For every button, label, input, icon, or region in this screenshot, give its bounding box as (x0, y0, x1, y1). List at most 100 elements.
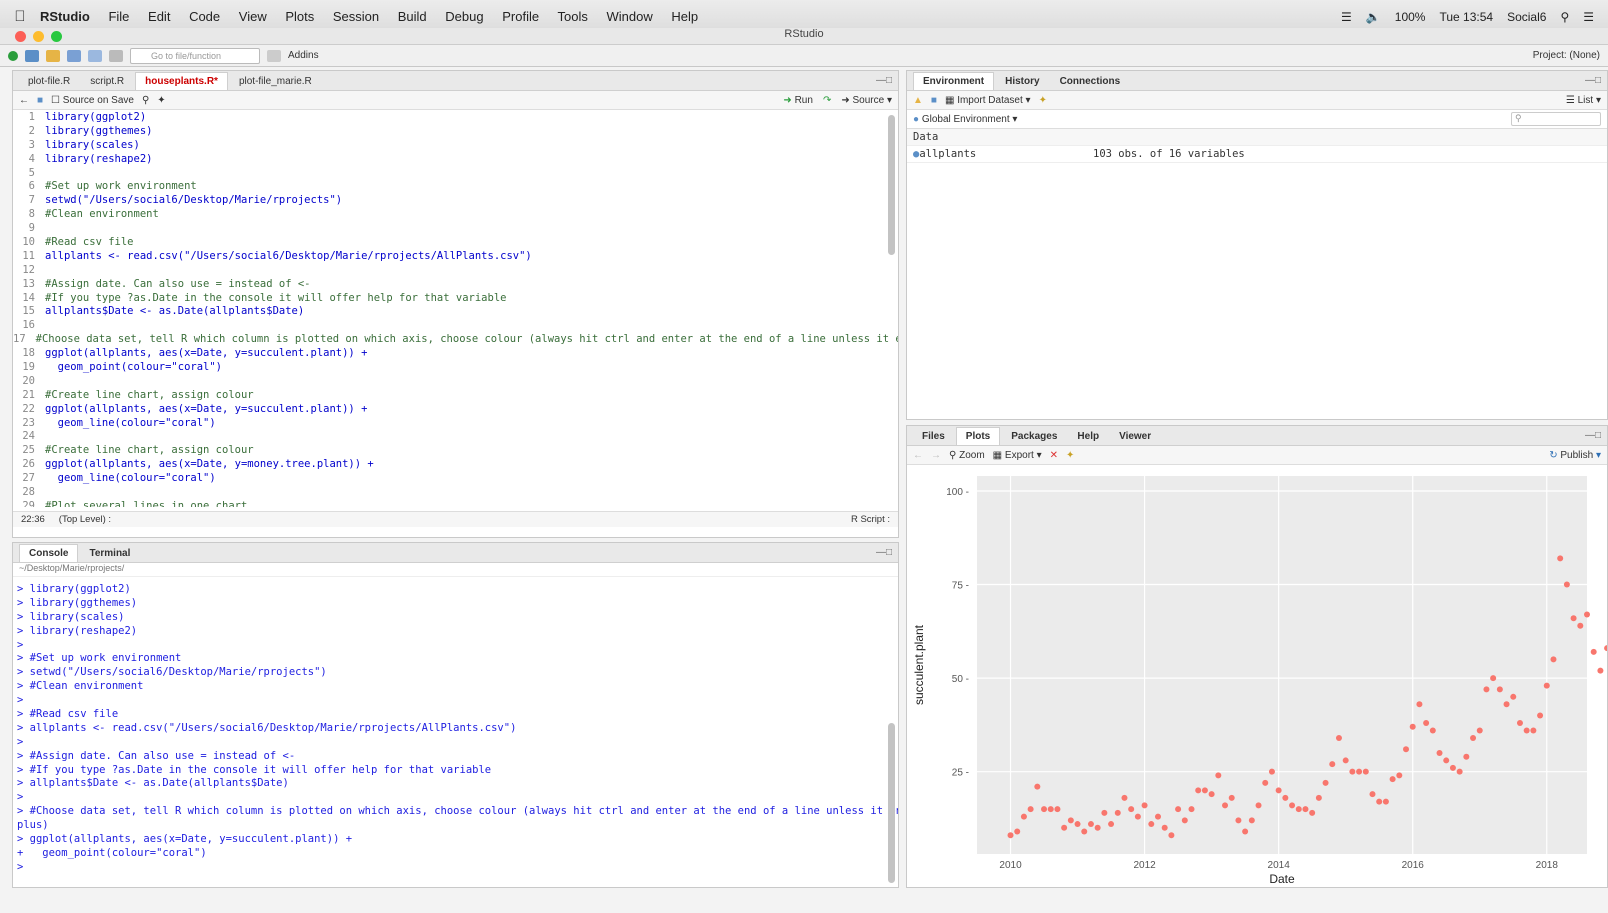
code-line[interactable]: 16 (13, 319, 898, 333)
code-line[interactable]: 29 #Plot several lines in one chart (13, 500, 898, 507)
code-text[interactable]: #Choose data set, tell R which column is… (36, 333, 898, 347)
code-text[interactable]: #Create line chart, assign colour (45, 444, 254, 458)
publish-button[interactable]: ↻ Publish ▾ (1549, 450, 1601, 461)
code-text[interactable]: ggplot(allplants, aes(x=Date, y=succulen… (45, 403, 367, 417)
addins-button[interactable]: Addins (288, 50, 319, 61)
code-text[interactable]: #Assign date. Can also use = instead of … (45, 278, 311, 292)
open-project-icon[interactable] (25, 49, 39, 62)
save-file-icon[interactable]: ■ (37, 95, 43, 106)
wifi-icon[interactable]: ☰ (1341, 10, 1352, 24)
broom-icon[interactable]: ✦ (1039, 95, 1047, 106)
code-text[interactable]: library(ggplot2) (45, 111, 146, 125)
code-line[interactable]: 15 allplants$Date <- as.Date(allplants$Da… (13, 305, 898, 319)
code-text[interactable]: library(ggthemes) (45, 125, 152, 139)
tab-environment[interactable]: Environment (913, 72, 995, 90)
code-line[interactable]: 8 #Clean environment (13, 208, 898, 222)
code-text[interactable]: #Set up work environment (45, 180, 197, 194)
code-line[interactable]: 18 ggplot(allplants, aes(x=Date, y=succul… (13, 347, 898, 361)
tab-console[interactable]: Console (19, 544, 79, 562)
code-line[interactable]: 14 #If you type ?as.Date in the console i… (13, 292, 898, 306)
tab-files[interactable]: Files (913, 428, 954, 445)
menu-profile[interactable]: Profile (502, 9, 539, 24)
code-line[interactable]: 25 #Create line chart, assign colour (13, 444, 898, 458)
global-env-dropdown[interactable]: ● Global Environment ▾ (913, 114, 1017, 125)
save-all-icon[interactable] (88, 49, 102, 62)
volume-icon[interactable]: 🔈 (1366, 10, 1381, 24)
code-line[interactable]: 28 (13, 486, 898, 500)
tab-houseplants[interactable]: houseplants.R* (135, 72, 228, 90)
code-text[interactable]: #Clean environment (45, 208, 159, 222)
save-workspace-icon[interactable]: ■ (931, 95, 937, 106)
code-text[interactable]: library(reshape2) (45, 153, 152, 167)
console-minmax-icon[interactable]: —□ (876, 547, 892, 558)
code-line[interactable]: 24 (13, 430, 898, 444)
code-text[interactable]: setwd("/Users/social6/Desktop/Marie/rpro… (45, 194, 342, 208)
run-button[interactable]: ➜ Run (783, 95, 813, 106)
search-icon[interactable]: ⚲ (1560, 10, 1569, 24)
close-window-button[interactable] (15, 31, 26, 42)
code-line[interactable]: 19 geom_point(colour="coral") (13, 361, 898, 375)
code-line[interactable]: 22 ggplot(allplants, aes(x=Date, y=succul… (13, 403, 898, 417)
code-line[interactable]: 20 (13, 375, 898, 389)
scope-selector[interactable]: (Top Level) : (59, 514, 111, 525)
apple-icon[interactable]:  (0, 8, 40, 25)
battery-text[interactable]: 100% (1395, 10, 1426, 24)
env-variable-row[interactable]: ●allplants 103 obs. of 16 variables (907, 146, 1607, 163)
code-line[interactable]: 17 #Choose data set, tell R which column … (13, 333, 898, 347)
code-line[interactable]: 11 allplants <- read.csv("/Users/social6/… (13, 250, 898, 264)
menu-app[interactable]: RStudio (40, 9, 90, 24)
code-text[interactable]: ggplot(allplants, aes(x=Date, y=succulen… (45, 347, 367, 361)
tab-connections[interactable]: Connections (1051, 73, 1130, 90)
plots-minmax-icon[interactable]: —□ (1585, 430, 1601, 441)
pane-minmax-icon[interactable]: —□ (876, 75, 892, 86)
minimize-window-button[interactable] (33, 31, 44, 42)
code-line[interactable]: 26 ggplot(allplants, aes(x=Date, y=money.… (13, 458, 898, 472)
menu-build[interactable]: Build (398, 9, 427, 24)
tab-help[interactable]: Help (1068, 428, 1108, 445)
menu-file[interactable]: File (108, 9, 129, 24)
code-line[interactable]: 4 library(reshape2) (13, 153, 898, 167)
tab-packages[interactable]: Packages (1002, 428, 1066, 445)
code-text[interactable]: geom_line(colour="coral") (45, 472, 216, 486)
source-on-save-checkbox[interactable]: ☐ Source on Save (51, 95, 134, 106)
tab-plot-file-marie[interactable]: plot-file_marie.R (230, 73, 321, 90)
export-button[interactable]: ▦ Export ▾ (993, 450, 1042, 461)
env-search-input[interactable]: ⚲ (1511, 112, 1601, 126)
code-line[interactable]: 9 (13, 222, 898, 236)
view-mode-button[interactable]: ☰ List ▾ (1566, 95, 1601, 106)
code-line[interactable]: 10 #Read csv file (13, 236, 898, 250)
code-line[interactable]: 23 geom_line(colour="coral") (13, 417, 898, 431)
menu-plots[interactable]: Plots (285, 9, 314, 24)
code-line[interactable]: 6 #Set up work environment (13, 180, 898, 194)
code-text[interactable]: geom_point(colour="coral") (45, 361, 222, 375)
env-minmax-icon[interactable]: —□ (1585, 75, 1601, 86)
code-line[interactable]: 3 library(scales) (13, 139, 898, 153)
new-file-icon[interactable] (8, 50, 18, 61)
tab-terminal[interactable]: Terminal (80, 545, 139, 562)
list-icon[interactable]: ☰ (1583, 10, 1594, 24)
menu-tools[interactable]: Tools (557, 9, 587, 24)
tab-viewer[interactable]: Viewer (1110, 428, 1160, 445)
grid-icon[interactable] (267, 49, 281, 62)
tab-plot-file[interactable]: plot-file.R (19, 73, 79, 90)
code-editor[interactable]: 1 library(ggplot2) 2 library(ggthemes) 3 libr… (13, 111, 898, 507)
console-output[interactable]: > library(ggplot2) > library(ggthemes) > l… (13, 577, 898, 887)
code-line[interactable]: 13 #Assign date. Can also use = instead o… (13, 278, 898, 292)
remove-plot-icon[interactable]: ✕ (1050, 450, 1058, 461)
open-file-icon[interactable] (46, 49, 60, 62)
code-line[interactable]: 1 library(ggplot2) (13, 111, 898, 125)
user-name[interactable]: Social6 (1507, 10, 1546, 24)
code-text[interactable]: #Plot several lines in one chart (45, 500, 247, 507)
prev-plot-icon[interactable]: ← (913, 450, 923, 461)
tab-plots[interactable]: Plots (955, 427, 1001, 445)
code-text[interactable]: allplants <- read.csv("/Users/social6/De… (45, 250, 532, 264)
console-scrollbar[interactable] (888, 723, 895, 883)
print-icon[interactable] (109, 49, 123, 62)
code-line[interactable]: 2 library(ggthemes) (13, 125, 898, 139)
menu-debug[interactable]: Debug (445, 9, 483, 24)
import-dataset-button[interactable]: ▦ Import Dataset ▾ (945, 95, 1031, 106)
clear-plots-icon[interactable]: ✦ (1066, 450, 1074, 461)
menu-edit[interactable]: Edit (148, 9, 170, 24)
code-line[interactable]: 27 geom_line(colour="coral") (13, 472, 898, 486)
code-line[interactable]: 21 #Create line chart, assign colour (13, 389, 898, 403)
